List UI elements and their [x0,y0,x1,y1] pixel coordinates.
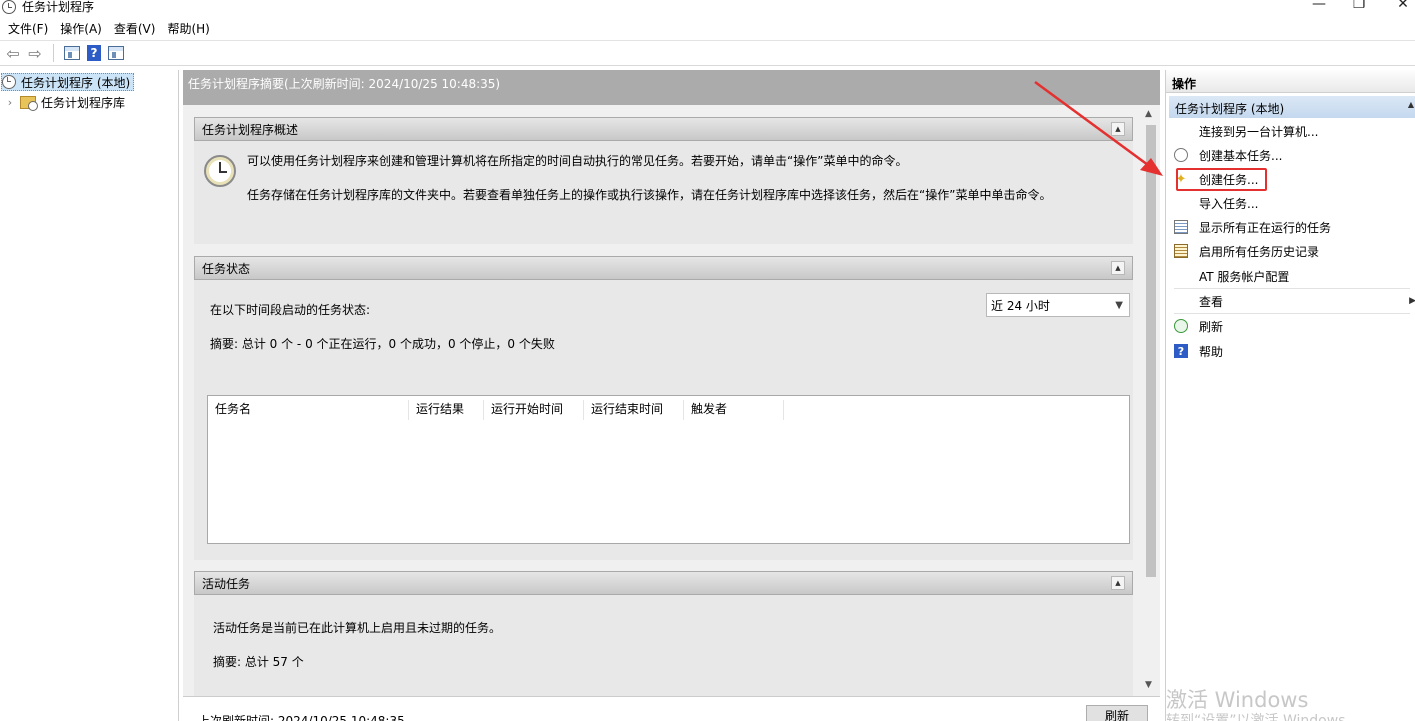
status-period-label: 在以下时间段启动的任务状态: [210,303,371,317]
action-label: 显示所有正在运行的任务 [1199,220,1332,235]
task-status-section-header[interactable]: 任务状态 ▲ [194,256,1133,280]
status-summary: 摘要: 总计 0 个 - 0 个正在运行，0 个成功，0 个停止，0 个失败 [210,337,555,351]
overview-section: 任务计划程序概述 ▲ 可以使用任务计划程序来创建和管理计算机将在所指定的时间自动… [194,117,1133,244]
scheduler-clock-icon [204,155,236,187]
submenu-arrow-icon: ▶ [1409,296,1415,306]
section-title: 任务计划程序概述 [202,122,299,137]
section-title: 活动任务 [202,576,251,591]
overview-text-1: 可以使用任务计划程序来创建和管理计算机将在所指定的时间自动执行的常见任务。若要开… [247,154,908,168]
action-label: 连接到另一台计算机... [1199,124,1319,139]
summary-footer: 上次刷新时间: 2024/10/25 10:48:35 刷新 [183,696,1160,721]
task-scheduler-app-icon [2,0,16,14]
action-connect-computer[interactable]: 连接到另一台计算机... [1166,119,1415,143]
task-status-section: 任务状态 ▲ 在以下时间段启动的任务状态: 近 24 小时 ▼ 摘要: 总计 0… [194,256,1133,560]
show-hide-tree-button[interactable] [62,43,82,63]
menu-action[interactable]: 操作(A) [56,18,110,40]
folder-clock-icon [20,95,38,111]
status-period-dropdown[interactable]: 近 24 小时 ▼ [986,293,1130,317]
action-import-task[interactable]: 导入任务... [1166,191,1415,215]
back-arrow-icon[interactable]: ⇦ [3,43,23,63]
summary-scrollbar[interactable]: ▲ ▼ [1142,105,1160,695]
running-tasks-icon [1174,220,1188,234]
action-label: 帮助 [1199,344,1224,359]
refresh-icon [1174,319,1188,333]
active-tasks-section-header[interactable]: 活动任务 ▲ [194,571,1133,595]
show-hide-tree-icon [64,46,80,60]
action-enable-history[interactable]: 启用所有任务历史记录 [1166,239,1415,263]
basic-task-icon [1174,148,1188,162]
action-show-running-tasks[interactable]: 显示所有正在运行的任务 [1166,215,1415,239]
last-refresh-text: 上次刷新时间: 2024/10/25 10:48:35 [198,714,405,721]
actions-title: 操作 [1166,70,1415,93]
action-label: AT 服务帐户配置 [1199,269,1290,284]
actions-group-header[interactable]: 任务计划程序 (本地) ▲ [1169,96,1415,118]
close-button[interactable]: ✕ [1380,0,1415,16]
action-view[interactable]: 查看 ▶ [1166,289,1415,313]
summary-header: 任务计划程序摘要(上次刷新时间: 2024/10/25 10:48:35) [183,70,1160,105]
scroll-up-icon[interactable]: ▲ [1145,109,1152,119]
toolbar-separator [53,44,54,62]
forward-arrow-icon[interactable]: ⇨ [25,43,45,63]
collapse-icon[interactable]: ▲ [1111,576,1125,590]
help-icon: ? [87,45,101,61]
active-tasks-description: 活动任务是当前已在此计算机上启用且未过期的任务。 [213,621,502,635]
chevron-down-icon: ▼ [1115,299,1123,311]
create-task-highlight-box [1176,168,1267,191]
collapse-icon[interactable]: ▲ [1111,122,1125,136]
action-create-basic-task[interactable]: 创建基本任务... [1166,143,1415,167]
show-hide-action-pane-icon [108,46,124,60]
collapse-icon[interactable]: ▲ [1111,261,1125,275]
show-hide-action-pane-button[interactable] [106,43,126,63]
window-title: 任务计划程序 [22,0,95,14]
tree-item-label: 任务计划程序库 [41,95,126,110]
action-at-service-config[interactable]: AT 服务帐户配置 [1166,264,1415,288]
tree-item-task-scheduler-local[interactable]: 任务计划程序 (本地) [1,73,134,91]
tree-item-label: 任务计划程序 (本地) [21,75,131,90]
action-label: 启用所有任务历史记录 [1199,244,1320,259]
menu-bar: 文件(F) 操作(A) 查看(V) 帮助(H) [0,18,1415,40]
title-bar: 任务计划程序 — ❐ ✕ [0,0,1415,16]
action-label: 查看 [1199,294,1224,309]
menu-help[interactable]: 帮助(H) [163,18,217,40]
maximize-button[interactable]: ❐ [1336,0,1382,16]
section-title: 任务状态 [202,261,251,276]
chevron-right-icon[interactable]: › [4,96,16,109]
column-header-run-result[interactable]: 运行结果 [409,400,484,420]
column-header-task-name[interactable]: 任务名 [208,400,409,420]
console-tree: 任务计划程序 (本地) › 任务计划程序库 [0,70,179,721]
help-icon: ? [1174,344,1188,358]
scrollbar-thumb[interactable] [1146,125,1156,577]
action-label: 导入任务... [1199,196,1259,211]
tree-item-task-scheduler-library[interactable]: › 任务计划程序库 [4,93,125,111]
column-header-triggered-by[interactable]: 触发者 [684,400,784,420]
dropdown-value: 近 24 小时 [991,298,1050,313]
collapse-icon[interactable]: ▲ [1408,100,1414,109]
column-header-run-start[interactable]: 运行开始时间 [484,400,584,420]
summary-body: 任务计划程序概述 ▲ 可以使用任务计划程序来创建和管理计算机将在所指定的时间自动… [183,105,1160,721]
activate-windows-hint: 转到“设置”以激活 Windows。 [1166,713,1360,721]
action-refresh[interactable]: 刷新 [1166,314,1415,338]
overview-text-2: 任务存储在任务计划程序库的文件夹中。若要查看单独任务上的操作或执行该操作，请在任… [247,188,1052,202]
column-header-run-end[interactable]: 运行结束时间 [584,400,684,420]
action-label: 刷新 [1199,319,1224,334]
active-tasks-summary: 摘要: 总计 57 个 [213,655,304,669]
toolbar: ⇦ ⇨ ? [0,40,1415,66]
task-status-table[interactable]: 任务名 运行结果 运行开始时间 运行结束时间 触发者 [207,395,1130,544]
summary-pane: 任务计划程序摘要(上次刷新时间: 2024/10/25 10:48:35) 任务… [183,70,1160,721]
overview-section-header[interactable]: 任务计划程序概述 ▲ [194,117,1133,141]
clock-icon [2,75,16,89]
history-icon [1174,244,1188,258]
action-help[interactable]: ? 帮助 [1166,339,1415,363]
menu-view[interactable]: 查看(V) [110,18,164,40]
action-label: 创建基本任务... [1199,148,1283,163]
group-label: 任务计划程序 (本地) [1175,102,1285,116]
refresh-button[interactable]: 刷新 [1086,705,1148,721]
menu-file[interactable]: 文件(F) [4,18,56,40]
help-button[interactable]: ? [84,43,104,63]
active-tasks-section: 活动任务 ▲ 活动任务是当前已在此计算机上启用且未过期的任务。 摘要: 总计 5… [194,571,1133,696]
scroll-down-icon[interactable]: ▼ [1145,680,1152,690]
